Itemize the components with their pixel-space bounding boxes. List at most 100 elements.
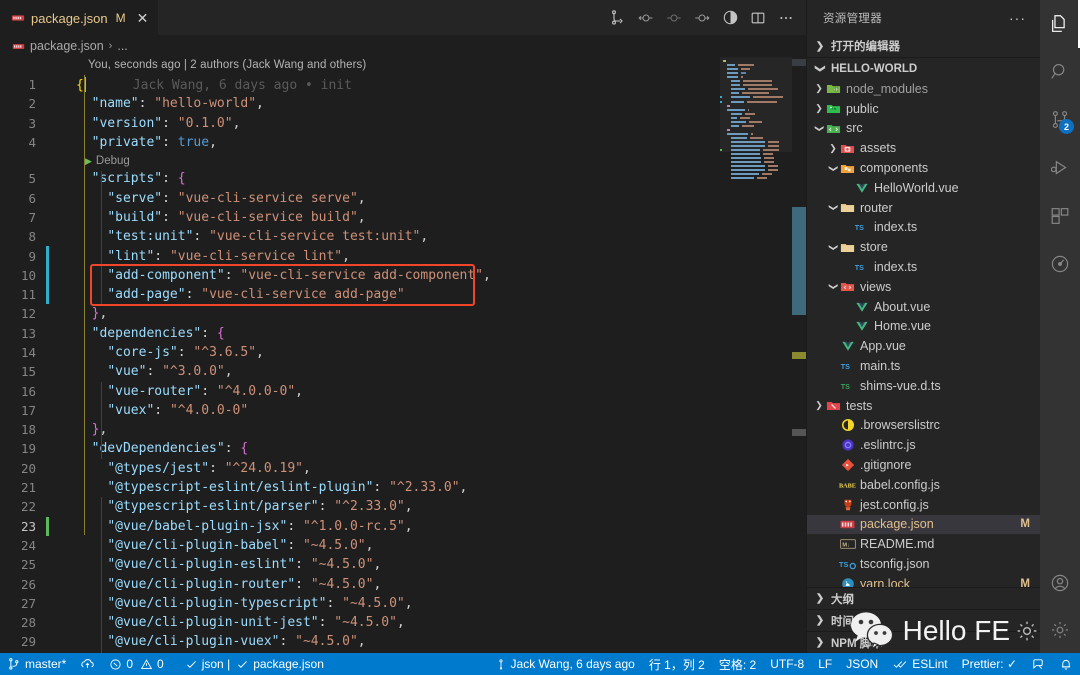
status-blame[interactable]: Jack Wang, 6 days ago [488, 653, 642, 675]
status-indentation[interactable]: 空格: 2 [712, 653, 763, 675]
code-line[interactable]: 10 "add-component": "vue-cli-service add… [0, 265, 806, 285]
code-line[interactable]: 29 "@vue/cli-plugin-vuex": "~4.5.0", [0, 632, 806, 651]
source-control-icon[interactable]: 2 [1040, 96, 1080, 144]
tree-file[interactable]: TS index.ts [807, 218, 1040, 238]
section-project-root[interactable]: ❮ HELLO-WORLD [807, 57, 1040, 79]
tree-file[interactable]: TS main.ts [807, 356, 1040, 376]
notifications-bell-icon[interactable] [1052, 653, 1080, 675]
status-json-check[interactable]: json | package.json [171, 653, 331, 675]
explorer-icon[interactable] [1040, 0, 1080, 48]
tree-folder[interactable]: ❮ src [807, 119, 1040, 139]
tree-file[interactable]: BABEL babel.config.js [807, 475, 1040, 495]
code-line[interactable]: 6 "serve": "vue-cli-service serve", [0, 188, 806, 207]
status-sync[interactable] [73, 653, 102, 675]
status-encoding[interactable]: UTF-8 [763, 653, 811, 675]
chevron-down-icon[interactable]: ❮ [828, 241, 839, 253]
code-line[interactable]: 30 "@vue/cli-service": "~4.5.0", [0, 652, 806, 653]
code-line[interactable]: 8 "test:unit": "vue-cli-service test:uni… [0, 227, 806, 246]
tree-file[interactable]: TS index.ts [807, 257, 1040, 277]
vertical-scrollbar[interactable] [792, 57, 806, 653]
search-icon[interactable] [1040, 48, 1080, 96]
tree-folder[interactable]: ❯ assets [807, 138, 1040, 158]
code-line[interactable]: 22 "@typescript-eslint/parser": "^2.33.0… [0, 497, 806, 516]
testing-icon[interactable] [1040, 240, 1080, 288]
chevron-right-icon[interactable]: ❯ [827, 143, 839, 154]
code-line[interactable]: 2 "name": "hello-world", [0, 94, 806, 113]
tree-folder[interactable]: ❯ public [807, 99, 1040, 119]
tree-file[interactable]: .gitignore [807, 455, 1040, 475]
tree-file[interactable]: .eslintrc.js [807, 435, 1040, 455]
sidebar-section[interactable]: ❯ 时间线 [807, 609, 1040, 631]
code-line[interactable]: 20 "@types/jest": "^24.0.19", [0, 459, 806, 478]
status-position[interactable]: 行 1，列 2 [642, 653, 712, 675]
split-compare-icon[interactable] [604, 0, 632, 35]
tree-folder[interactable]: ❯ tests [807, 396, 1040, 416]
toggle-inline-view-icon[interactable] [716, 0, 744, 35]
tree-folder[interactable]: ❮ views [807, 277, 1040, 297]
breadcrumb-file[interactable]: package.json [30, 39, 104, 53]
code-line[interactable]: 15 "vue": "^3.0.0", [0, 362, 806, 381]
code-line[interactable]: 17 "vuex": "^4.0.0-0" [0, 401, 806, 420]
tree-file[interactable]: TS shims-vue.d.ts [807, 376, 1040, 396]
tree-folder[interactable]: ❮ components [807, 158, 1040, 178]
tree-file[interactable]: Home.vue [807, 317, 1040, 337]
sidebar-more-icon[interactable]: ··· [1009, 10, 1026, 26]
more-actions-icon[interactable] [772, 0, 800, 35]
status-problems[interactable]: 0 0 [102, 653, 170, 675]
go-next-change-icon[interactable] [688, 0, 716, 35]
code-line[interactable]: 23 "@vue/babel-plugin-jsx": "^1.0.0-rc.5… [0, 516, 806, 536]
code-line[interactable]: 5 "scripts": { [0, 169, 806, 188]
tree-file[interactable]: yarn.lock M [807, 574, 1040, 587]
split-editor-icon[interactable] [744, 0, 772, 35]
status-prettier[interactable]: Prettier: ✓ [955, 653, 1024, 675]
tree-file[interactable]: App.vue [807, 336, 1040, 356]
tree-file[interactable]: package.json M [807, 514, 1040, 535]
chevron-down-icon[interactable]: ❮ [828, 162, 839, 174]
code-line[interactable]: 14 "core-js": "^3.6.5", [0, 343, 806, 362]
chevron-down-icon[interactable]: ❮ [828, 202, 839, 214]
feedback-icon[interactable] [1024, 653, 1052, 675]
tree-folder[interactable]: ❮ router [807, 198, 1040, 218]
tree-file[interactable]: jest.config.js [807, 495, 1040, 515]
tree-file[interactable]: TS tsconfig.json [807, 554, 1040, 574]
sidebar-section[interactable]: ❯ 大纲 [807, 587, 1040, 609]
accounts-icon[interactable] [1040, 559, 1080, 607]
codelens-debug[interactable]: ▶ Debug [0, 152, 806, 169]
tree-file[interactable]: HelloWorld.vue [807, 178, 1040, 198]
code-line[interactable]: 3 "version": "0.1.0", [0, 114, 806, 133]
tree-file[interactable]: M↓ README.md [807, 534, 1040, 554]
settings-gear-icon[interactable] [1040, 607, 1080, 653]
section-open-editors[interactable]: ❯ 打开的编辑器 [807, 35, 1040, 57]
code-line[interactable]: 11 "add-page": "vue-cli-service add-page… [0, 284, 806, 305]
code-line[interactable]: 13 "dependencies": { [0, 324, 806, 343]
close-icon[interactable]: ✕ [137, 11, 149, 25]
status-language[interactable]: JSON [839, 653, 885, 675]
code-line[interactable]: 25 "@vue/cli-plugin-eslint": "~4.5.0", [0, 555, 806, 574]
chevron-right-icon[interactable]: ❯ [813, 103, 825, 114]
tree-file[interactable]: About.vue [807, 297, 1040, 317]
breadcrumb-rest[interactable]: ... [117, 39, 127, 53]
code-line[interactable]: 27 "@vue/cli-plugin-typescript": "~4.5.0… [0, 594, 806, 613]
code-line[interactable]: 16 "vue-router": "^4.0.0-0", [0, 381, 806, 400]
code-line[interactable]: 7 "build": "vue-cli-service build", [0, 208, 806, 227]
chevron-down-icon[interactable]: ❮ [828, 281, 839, 293]
minimap[interactable] [720, 57, 792, 653]
scrollbar-thumb[interactable] [792, 207, 806, 315]
code-line[interactable]: 9 "lint": "vue-cli-service lint", [0, 246, 806, 266]
chevron-right-icon[interactable]: ❯ [813, 83, 825, 94]
code-line[interactable]: 12 }, [0, 304, 806, 323]
sidebar-section[interactable]: ❯ NPM 脚本 [807, 631, 1040, 653]
go-change-icon[interactable] [660, 0, 688, 35]
code-line[interactable]: 18 }, [0, 420, 806, 439]
run-and-debug-icon[interactable] [1040, 144, 1080, 192]
tree-folder[interactable]: ❮ store [807, 237, 1040, 257]
code-line[interactable]: 4 "private": true, [0, 133, 806, 152]
go-previous-change-icon[interactable] [632, 0, 660, 35]
code-line[interactable]: 19 "devDependencies": { [0, 439, 806, 458]
breadcrumb[interactable]: package.json › ... [0, 35, 806, 57]
status-branch[interactable]: master* [0, 653, 73, 675]
chevron-down-icon[interactable]: ❮ [814, 122, 825, 134]
file-tree[interactable]: ❯ node_modules ❯ public ❮ src ❯ assets ❮ componen… [807, 79, 1040, 587]
status-eslint[interactable]: ESLint [885, 653, 954, 675]
code-line[interactable]: 28 "@vue/cli-plugin-unit-jest": "~4.5.0"… [0, 613, 806, 632]
